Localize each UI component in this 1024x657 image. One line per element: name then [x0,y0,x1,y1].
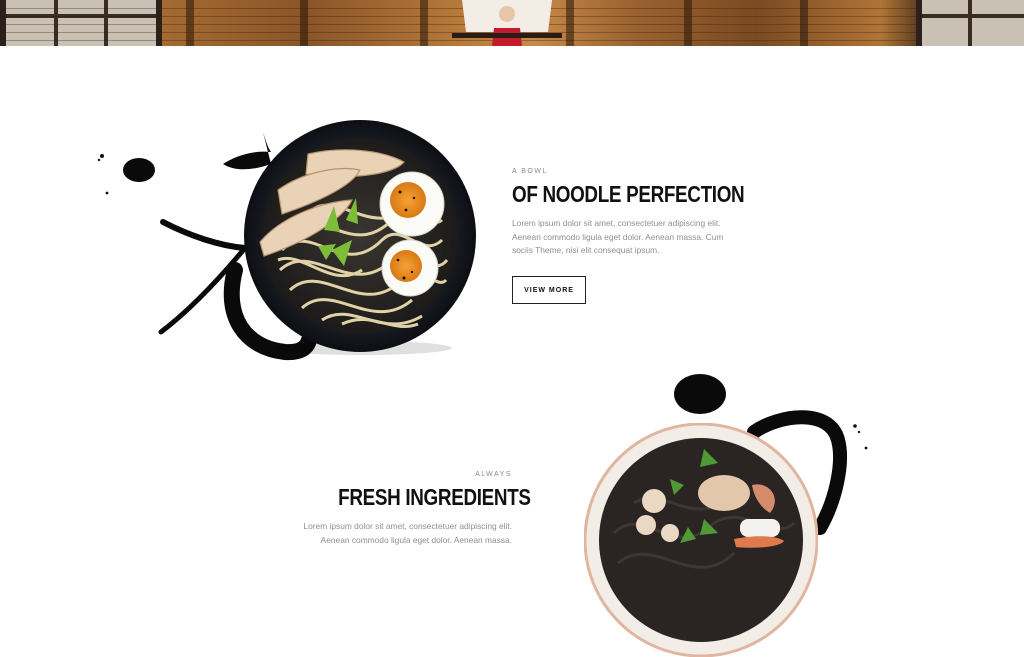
hero-banner-image [0,0,1024,46]
chef-figure [452,0,562,46]
ramen-bowl-image [244,120,476,355]
section-feature-text: A BOWL OF NOODLE PERFECTION Lorem ipsum … [512,168,745,258]
section-heading-2: FRESH INGREDIENTS [338,484,531,510]
section-eyebrow-2: ALWAYS [475,471,512,478]
view-more-button[interactable]: VIEW MORE [512,276,586,304]
shoji-screen-right [916,0,1024,46]
section-description: Lorem ipsum dolor sit amet, consectetuer… [512,218,724,256]
section-feature-text-2: ALWAYS FRESH INGREDIENTS Lorem ipsum dol… [300,471,531,547]
section-eyebrow: A BOWL [512,168,548,175]
section-heading: OF NOODLE PERFECTION [512,181,745,207]
seafood-bowl-image [584,423,818,657]
section-description-2: Lorem ipsum dolor sit amet, consectetuer… [303,521,512,545]
